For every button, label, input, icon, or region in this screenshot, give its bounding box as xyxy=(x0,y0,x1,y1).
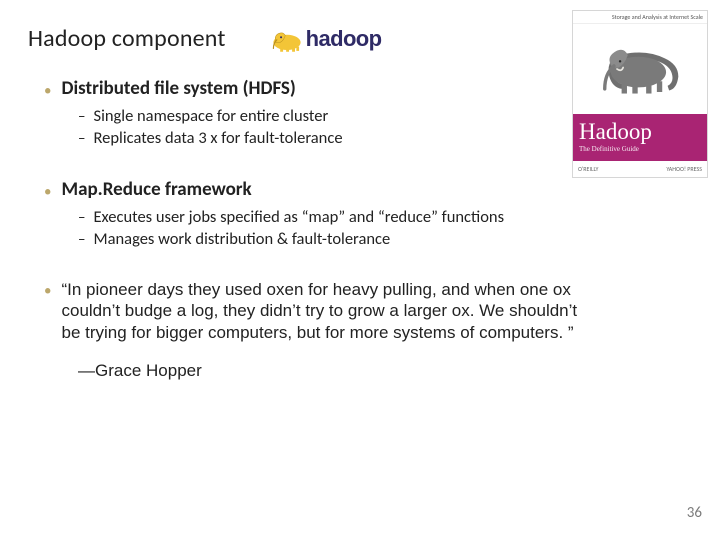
hadoop-wordmark: hadoop xyxy=(306,28,382,50)
bullet-row: • Map.Reduce framework xyxy=(44,178,588,201)
elephant-icon xyxy=(594,38,686,100)
sub-text: Single namespace for entire cluster xyxy=(93,106,328,126)
sub-text: Manages work distribution & fault-tolera… xyxy=(93,229,390,249)
hadoop-logo: hadoop xyxy=(270,25,382,53)
book-publisher-right: YAHOO! PRESS xyxy=(666,165,702,173)
section-quote: • “In pioneer days they used oxen for he… xyxy=(44,279,588,381)
book-title: Hadoop xyxy=(579,120,701,143)
list-item: – Manages work distribution & fault-tole… xyxy=(78,229,588,249)
bullet-disc-icon: • xyxy=(44,84,51,99)
sub-text: Replicates data 3 x for fault-tolerance xyxy=(93,128,342,148)
dash-icon: – xyxy=(78,108,85,126)
book-cover: Storage and Analysis at Internet Scale xyxy=(572,10,708,178)
hadoop-elephant-icon xyxy=(270,25,304,53)
section-hdfs: • Distributed file system (HDFS) – Singl… xyxy=(44,77,588,148)
list-item: – Executes user jobs specified as “map” … xyxy=(78,207,588,227)
section-heading: Map.Reduce framework xyxy=(61,178,251,201)
book-subtitle: The Definitive Guide xyxy=(579,145,701,153)
section-mapreduce: • Map.Reduce framework – Executes user j… xyxy=(44,178,588,249)
book-top: Storage and Analysis at Internet Scale xyxy=(573,11,707,114)
bullet-disc-icon: • xyxy=(44,284,51,299)
book-band: Hadoop The Definitive Guide xyxy=(573,114,707,161)
bullet-row: • Distributed file system (HDFS) xyxy=(44,77,588,100)
book-header: Storage and Analysis at Internet Scale xyxy=(573,11,707,24)
sub-list: – Executes user jobs specified as “map” … xyxy=(44,207,588,249)
list-item: – Replicates data 3 x for fault-toleranc… xyxy=(78,128,588,148)
bullet-row: • “In pioneer days they used oxen for he… xyxy=(44,279,588,343)
book-footer: O'REILLY YAHOO! PRESS xyxy=(573,161,707,177)
quote-attribution: —Grace Hopper xyxy=(44,361,588,381)
list-item: – Single namespace for entire cluster xyxy=(78,106,588,126)
dash-icon: – xyxy=(78,130,85,148)
dash-icon: – xyxy=(78,209,85,227)
book-animal xyxy=(573,24,707,114)
sub-text: Executes user jobs specified as “map” an… xyxy=(93,207,504,227)
page-number: 36 xyxy=(687,504,702,522)
book-publisher-left: O'REILLY xyxy=(578,165,598,173)
quote-text: “In pioneer days they used oxen for heav… xyxy=(61,279,588,343)
sub-list: – Single namespace for entire cluster – … xyxy=(44,106,588,148)
bullet-disc-icon: • xyxy=(44,185,51,200)
section-heading: Distributed file system (HDFS) xyxy=(61,77,295,100)
slide-title: Hadoop component xyxy=(28,24,226,53)
dash-icon: – xyxy=(78,231,85,249)
content: • Distributed file system (HDFS) – Singl… xyxy=(28,77,588,381)
